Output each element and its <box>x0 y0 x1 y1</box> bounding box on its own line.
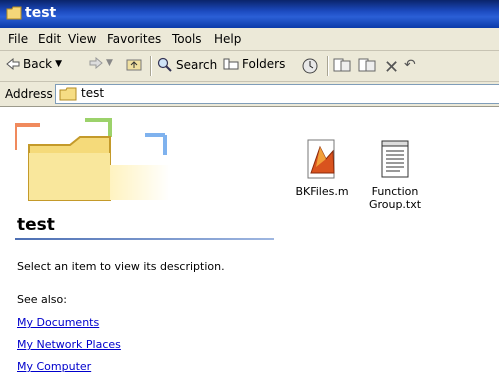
move-to-button[interactable] <box>333 57 351 73</box>
history-button[interactable] <box>301 57 319 75</box>
forward-arrow-icon <box>89 57 103 69</box>
description-text: Select an item to view its description. <box>17 260 225 273</box>
folders-icon <box>223 58 239 70</box>
copy-to-button[interactable] <box>358 57 376 73</box>
address-bar: Address test <box>0 82 499 107</box>
menu-bar: File Edit View Favorites Tools Help <box>0 28 499 51</box>
title-divider <box>15 238 274 240</box>
window-title: test <box>25 5 57 21</box>
text-file-icon <box>381 140 409 178</box>
link-my-computer[interactable]: My Computer <box>17 360 91 373</box>
back-button[interactable]: Back ▼ <box>6 57 62 71</box>
address-input[interactable]: test <box>55 84 499 104</box>
folders-button[interactable]: Folders <box>223 57 285 71</box>
toolbar-separator <box>327 56 329 76</box>
chevron-down-icon[interactable]: ▼ <box>106 58 113 68</box>
link-my-documents[interactable]: My Documents <box>17 316 99 329</box>
back-arrow-icon <box>6 58 20 70</box>
panel-title: test <box>17 215 55 235</box>
move-to-icon <box>333 58 351 72</box>
title-bar[interactable]: test <box>0 0 499 28</box>
details-panel: test Select an item to view its descript… <box>15 107 275 392</box>
toolbar: Back ▼ ▼ Search Folders ✕ ↶ <box>0 51 499 82</box>
folders-label: Folders <box>242 57 286 71</box>
toolbar-separator <box>150 56 152 76</box>
up-folder-button[interactable] <box>126 57 142 71</box>
search-label: Search <box>176 58 218 72</box>
menu-edit[interactable]: Edit <box>38 32 61 46</box>
undo-button[interactable]: ↶ <box>404 57 416 73</box>
menu-file[interactable]: File <box>8 32 28 46</box>
menu-favorites[interactable]: Favorites <box>107 32 161 46</box>
address-label: Address <box>5 87 53 101</box>
undo-icon: ↶ <box>404 57 416 73</box>
matlab-file-icon <box>307 139 335 179</box>
menu-help[interactable]: Help <box>214 32 241 46</box>
copy-to-icon <box>358 58 376 72</box>
address-value: test <box>81 86 105 100</box>
folder-icon <box>6 6 22 20</box>
content-area: test Select an item to view its descript… <box>0 107 499 392</box>
back-label: Back <box>23 57 53 71</box>
menu-tools[interactable]: Tools <box>172 32 202 46</box>
file-name: BKFiles.m <box>295 185 349 198</box>
history-icon <box>302 58 318 74</box>
folder-large-icon <box>15 115 175 203</box>
delete-icon: ✕ <box>384 57 400 78</box>
file-item[interactable]: BKFiles.m <box>282 137 362 198</box>
chevron-down-icon[interactable]: ▼ <box>55 59 62 69</box>
folder-icon <box>59 87 77 101</box>
forward-button[interactable]: ▼ <box>89 57 113 69</box>
see-also-label: See also: <box>17 293 67 306</box>
menu-view[interactable]: View <box>68 32 96 46</box>
file-name: Function Group.txt <box>368 185 422 211</box>
delete-button[interactable]: ✕ <box>384 57 399 78</box>
search-icon <box>157 57 172 72</box>
file-item[interactable]: Function Group.txt <box>355 137 435 211</box>
up-folder-icon <box>126 59 142 71</box>
link-my-network-places[interactable]: My Network Places <box>17 338 121 351</box>
search-button[interactable]: Search <box>157 57 217 73</box>
